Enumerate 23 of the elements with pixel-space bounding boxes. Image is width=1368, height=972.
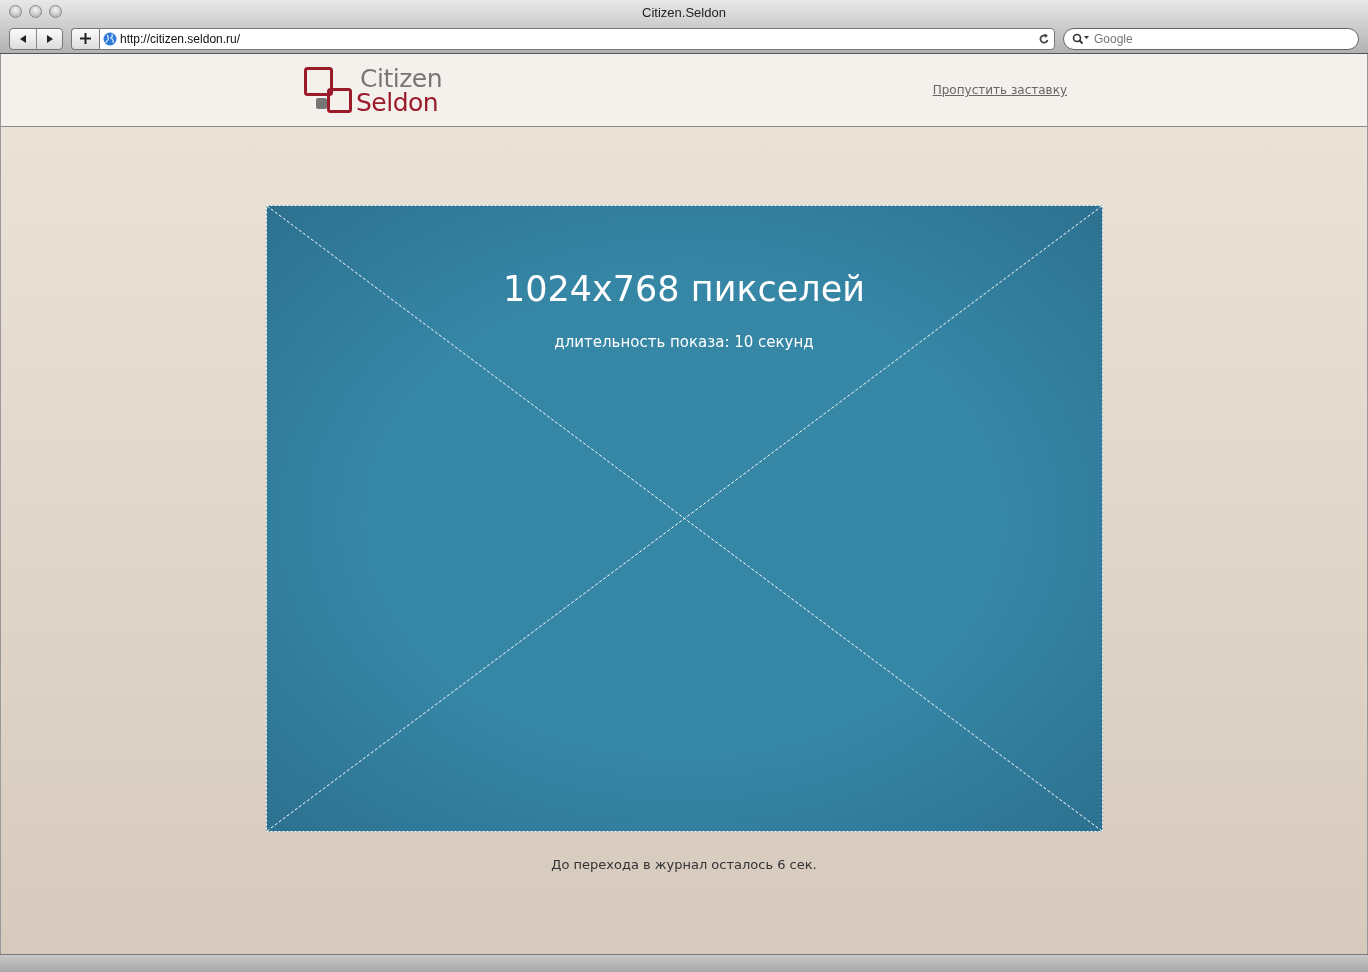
search-icon: [1072, 32, 1090, 45]
window-title: Citizen.Seldon: [642, 4, 726, 20]
add-bookmark-button[interactable]: [71, 27, 99, 50]
countdown-text: До перехода в журнал осталось 6 сек.: [551, 857, 817, 872]
banner-subtitle: длительность показа: 10 секунд: [554, 333, 814, 351]
zoom-window-button[interactable]: [49, 5, 62, 18]
left-arrow-icon: [18, 33, 28, 44]
reload-icon[interactable]: [1038, 32, 1050, 45]
close-window-button[interactable]: [9, 5, 22, 18]
search-bar[interactable]: Google: [1063, 27, 1359, 50]
globe-icon: [103, 31, 117, 46]
plus-icon: [80, 33, 91, 44]
logo-text: Seldon: [356, 91, 440, 115]
logo-text: Citizen: [360, 67, 442, 91]
right-arrow-icon: [44, 33, 55, 44]
search-field[interactable]: Google: [1094, 31, 1350, 46]
address-bar[interactable]: http://citizen.seldon.ru/: [99, 27, 1055, 50]
address-field[interactable]: http://citizen.seldon.ru/: [120, 31, 1035, 46]
minimize-window-button[interactable]: [29, 5, 42, 18]
logo[interactable]: Citizen Seldon: [304, 65, 442, 115]
logo-squares-icon: [304, 67, 352, 115]
banner-title: 1024x768 пикселей: [503, 269, 865, 309]
skip-intro-link[interactable]: Пропустить заставку: [932, 83, 1067, 97]
